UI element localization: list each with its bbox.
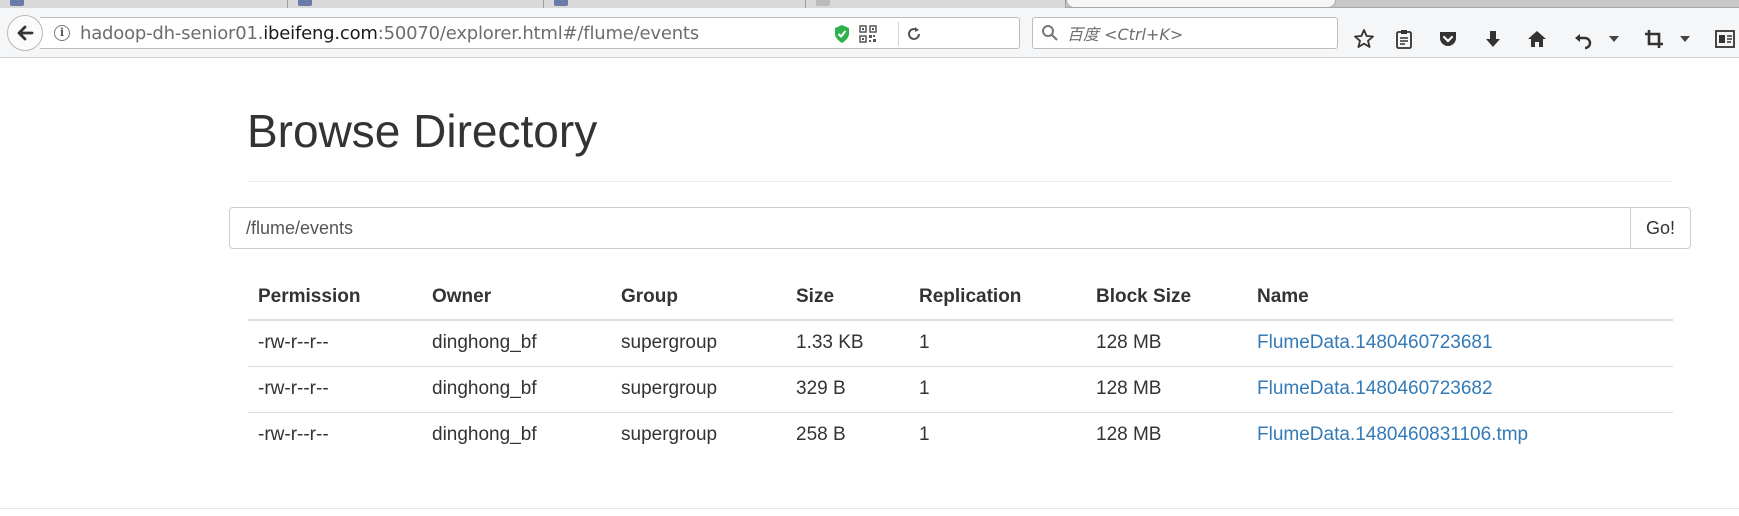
profile-card-icon: [1715, 30, 1735, 48]
search-icon: [1042, 25, 1058, 41]
cell-replication: 1: [909, 365, 1086, 412]
cell-replication: 1: [919, 332, 930, 354]
browser-tab[interactable]: [288, 0, 544, 8]
column-header-name[interactable]: Name: [1247, 275, 1673, 321]
cell-owner: dinghong_bf: [422, 411, 611, 458]
table-row: -rw-r--r-- dinghong_bf supergroup 329 B …: [248, 365, 1673, 412]
browser-tab-active[interactable]: [1066, 0, 1336, 8]
page-title: Browse Directory: [247, 105, 598, 157]
cell-size: 1.33 KB: [796, 332, 864, 354]
file-link[interactable]: FlumeData.1480460723682: [1257, 378, 1493, 399]
cell-permission: -rw-r--r--: [258, 332, 329, 354]
cell-name: FlumeData.1480460723681: [1247, 320, 1673, 366]
home-button[interactable]: [1525, 27, 1549, 51]
column-header-owner[interactable]: Owner: [422, 275, 611, 321]
directory-path-input[interactable]: /flume/events: [229, 207, 1631, 249]
cell-name: FlumeData.1480460723682: [1247, 365, 1673, 412]
tab-strip: [0, 0, 1739, 8]
cell-group: supergroup: [621, 332, 718, 354]
cell-block-size: 128 MB: [1096, 332, 1162, 354]
url-text[interactable]: hadoop-dh-senior01.ibeifeng.com:50070/ex…: [80, 23, 699, 44]
cell-replication: 1: [909, 411, 1086, 458]
tab-favicon-icon: [10, 0, 24, 6]
cell-permission: -rw-r--r--: [248, 411, 422, 458]
shield-icon[interactable]: [833, 24, 851, 44]
url-bar-divider: [898, 22, 899, 46]
info-icon[interactable]: i: [54, 25, 70, 41]
navigation-toolbar: i hadoop-dh-senior01.ibeifeng.com:50070/…: [0, 8, 1739, 58]
cell-name: FlumeData.1480460831106.tmp: [1247, 411, 1673, 458]
directory-listing-table: Permission Owner Group Size Replication …: [248, 275, 1673, 458]
cell-block-size: 128 MB: [1086, 365, 1247, 412]
tab-favicon-icon: [554, 0, 568, 6]
column-header-group[interactable]: Group: [611, 275, 786, 321]
browser-tab[interactable]: [544, 0, 806, 8]
reload-icon[interactable]: [905, 25, 923, 43]
file-link[interactable]: FlumeData.1480460723681: [1257, 332, 1493, 353]
table-header-row: Permission Owner Group Size Replication …: [248, 275, 1673, 321]
download-arrow-icon: [1486, 31, 1500, 47]
cell-owner: dinghong_bf: [432, 332, 537, 354]
pocket-button[interactable]: [1436, 27, 1460, 51]
screenshot-dropdown-icon[interactable]: [1680, 36, 1690, 42]
cell-permission: -rw-r--r--: [248, 365, 422, 412]
cell-block-size: 128 MB: [1086, 411, 1247, 458]
cell-owner: dinghong_bf: [422, 365, 611, 412]
column-header-block-size[interactable]: Block Size: [1086, 275, 1247, 321]
back-button[interactable]: [7, 15, 43, 51]
browser-tab[interactable]: [0, 0, 288, 8]
bookmark-star-button[interactable]: [1352, 27, 1376, 51]
undo-button[interactable]: [1571, 27, 1595, 51]
page-bottom-divider: [0, 508, 1739, 509]
star-icon: [1354, 29, 1374, 48]
profile-button[interactable]: [1713, 27, 1737, 51]
column-header-replication[interactable]: Replication: [909, 275, 1086, 321]
tab-favicon-icon: [298, 0, 312, 6]
screenshot-button[interactable]: [1642, 27, 1666, 51]
reading-list-button[interactable]: [1392, 27, 1416, 51]
clipboard-icon: [1396, 30, 1412, 49]
column-header-permission[interactable]: Permission: [248, 275, 422, 321]
table-row: -rw-r--r-- dinghong_bf supergroup 1.33 K…: [248, 320, 1673, 366]
url-bar[interactable]: i hadoop-dh-senior01.ibeifeng.com:50070/…: [40, 17, 1020, 49]
pocket-icon: [1440, 32, 1456, 46]
qr-code-icon[interactable]: [859, 25, 877, 43]
crop-icon: [1645, 30, 1663, 48]
table-row: -rw-r--r-- dinghong_bf supergroup 258 B …: [248, 411, 1673, 458]
back-arrow-icon: [17, 25, 34, 41]
undo-arrow-icon: [1575, 34, 1592, 50]
home-icon: [1528, 31, 1546, 47]
cell-size: 258 B: [786, 411, 909, 458]
cell-size: 329 B: [786, 365, 909, 412]
search-bar[interactable]: 百度 <Ctrl+K>: [1032, 17, 1338, 49]
tab-favicon-icon: [816, 0, 830, 6]
search-placeholder: 百度 <Ctrl+K>: [1067, 25, 1184, 44]
cell-group: supergroup: [611, 365, 786, 412]
undo-dropdown-icon[interactable]: [1609, 36, 1619, 42]
file-link[interactable]: FlumeData.1480460831106.tmp: [1257, 424, 1528, 445]
browser-tab[interactable]: [806, 0, 1066, 8]
go-button[interactable]: Go!: [1630, 207, 1691, 249]
title-divider: [247, 181, 1673, 182]
column-header-size[interactable]: Size: [786, 275, 909, 321]
downloads-button[interactable]: [1481, 27, 1505, 51]
cell-group: supergroup: [611, 411, 786, 458]
